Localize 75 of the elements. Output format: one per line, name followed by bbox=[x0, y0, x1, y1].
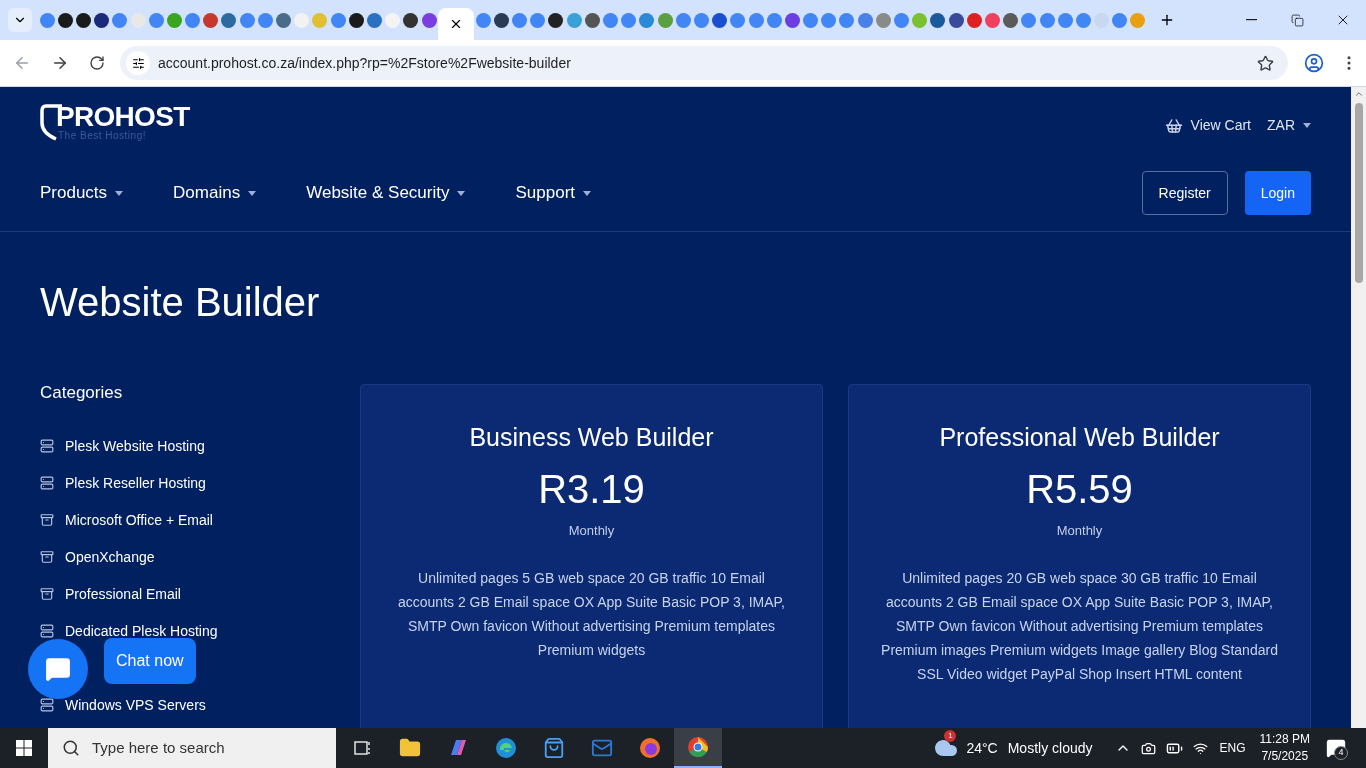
basket-icon bbox=[1164, 116, 1183, 135]
language-indicator[interactable]: ENG bbox=[1219, 739, 1246, 757]
category-link[interactable]: Plesk Website Hosting bbox=[65, 439, 205, 453]
logo-name: PROHOST bbox=[56, 103, 190, 131]
feature-list: Unlimited pages 5 GB web space 20 GB traffic 10 Email accounts 2 GB Email space OX App Suite Basic POP 3, IMAP, SMTP Own favicon Without advertising Premium templates Premium widgets bbox=[391, 566, 792, 662]
search-icon bbox=[62, 739, 80, 757]
mail-icon bbox=[591, 737, 613, 759]
server-icon bbox=[40, 624, 54, 638]
page-title: Website Builder bbox=[39, 282, 321, 322]
forward-icon[interactable] bbox=[51, 54, 69, 72]
product-price: R3.19 bbox=[538, 468, 645, 509]
category-link[interactable]: Microsoft Office + Email bbox=[65, 513, 213, 527]
feature-list: Unlimited pages 20 GB web space 30 GB traffic 10 Email accounts 2 GB Email space OX App Suite Basic POP 3, IMAP, SMTP Own favicon Without advertising Premium templates Premium images Premium widgets Image gallery Blog Standard SSL Video widget PayPal Shop Insert HTML content bbox=[879, 566, 1280, 686]
box-icon bbox=[40, 587, 54, 601]
address-field[interactable]: account.prohost.co.za/index.php?rp=%2Fstore%2Fwebsite-builder bbox=[120, 46, 1288, 80]
bag-icon bbox=[543, 737, 565, 759]
billing-cycle: Monthly bbox=[1056, 521, 1103, 540]
wave-icon bbox=[495, 737, 517, 759]
nav-menu-item[interactable]: Support bbox=[515, 180, 592, 206]
wifi-icon[interactable] bbox=[1192, 740, 1208, 756]
billing-cycle: Monthly bbox=[568, 521, 615, 540]
url-text: account.prohost.co.za/index.php?rp=%2Fstore%2Fwebsite-builder bbox=[158, 53, 571, 73]
fox-globe-icon bbox=[639, 737, 661, 759]
category-link[interactable]: Professional Email bbox=[65, 587, 181, 601]
scroll-up-icon[interactable] bbox=[1353, 89, 1364, 99]
view-cart-link[interactable]: View Cart bbox=[1190, 115, 1251, 136]
category-link[interactable]: Plesk Reseller Hosting bbox=[65, 476, 206, 490]
site-settings-icon[interactable] bbox=[131, 56, 145, 70]
taskbar-app[interactable] bbox=[674, 728, 722, 768]
sidebar-heading: Categories bbox=[40, 382, 124, 404]
chat-bubble-button[interactable] bbox=[28, 639, 88, 699]
category-link[interactable]: Dedicated Plesk Hosting bbox=[65, 624, 218, 638]
server-icon bbox=[40, 439, 54, 453]
taskbar-search-field[interactable]: Type here to search bbox=[48, 728, 336, 768]
login-button[interactable]: Login bbox=[1244, 171, 1311, 215]
server-icon bbox=[40, 476, 54, 490]
nav-menu-item[interactable]: Products bbox=[40, 180, 124, 206]
weather-badge: 1 bbox=[944, 730, 957, 742]
box-icon bbox=[40, 513, 54, 527]
profile-icon[interactable] bbox=[1304, 53, 1324, 73]
search-input[interactable]: Type here to search bbox=[92, 736, 312, 760]
restore-icon bbox=[1290, 13, 1304, 27]
nav-menu-item[interactable]: Domains bbox=[173, 180, 257, 206]
product-price: R5.59 bbox=[1026, 468, 1133, 509]
currency-dropdown[interactable]: ZAR bbox=[1267, 115, 1311, 136]
product-name: Professional Web Builder bbox=[939, 422, 1220, 453]
tri-color-circle-icon bbox=[687, 736, 709, 758]
chat-now-button[interactable]: Chat now bbox=[104, 638, 196, 684]
chat-icon bbox=[45, 656, 71, 682]
folder-icon bbox=[399, 737, 421, 759]
tab-search-button[interactable] bbox=[8, 8, 32, 32]
caret-icon bbox=[1303, 123, 1311, 128]
product-name: Business Web Builder bbox=[469, 422, 714, 453]
category-link[interactable]: Windows VPS Servers bbox=[65, 698, 206, 712]
minimize-icon bbox=[1245, 19, 1257, 21]
caret-icon bbox=[115, 190, 124, 196]
caret-icon bbox=[248, 190, 257, 196]
notification-count: 4 bbox=[1334, 746, 1348, 760]
clock-date: 7/5/2025 bbox=[1261, 748, 1309, 765]
temperature: 24°C bbox=[966, 738, 998, 758]
caret-icon bbox=[457, 190, 466, 196]
server-icon bbox=[40, 698, 54, 712]
reload-icon[interactable] bbox=[89, 55, 105, 71]
camera-icon[interactable] bbox=[1140, 740, 1156, 756]
box-icon bbox=[40, 550, 54, 564]
register-button[interactable]: Register bbox=[1141, 171, 1228, 215]
clock-time: 11:28 PM bbox=[1259, 731, 1310, 748]
nav-menu-item[interactable]: Website & Security bbox=[306, 180, 466, 206]
bookmark-star-icon[interactable] bbox=[1257, 54, 1274, 72]
weather-text: Mostly cloudy bbox=[1007, 738, 1093, 758]
category-link[interactable]: OpenXchange bbox=[65, 550, 155, 564]
scrollbar[interactable] bbox=[1351, 87, 1366, 728]
caret-icon bbox=[583, 190, 592, 196]
back-icon[interactable] bbox=[13, 54, 31, 72]
scroll-thumb[interactable] bbox=[1354, 103, 1363, 283]
